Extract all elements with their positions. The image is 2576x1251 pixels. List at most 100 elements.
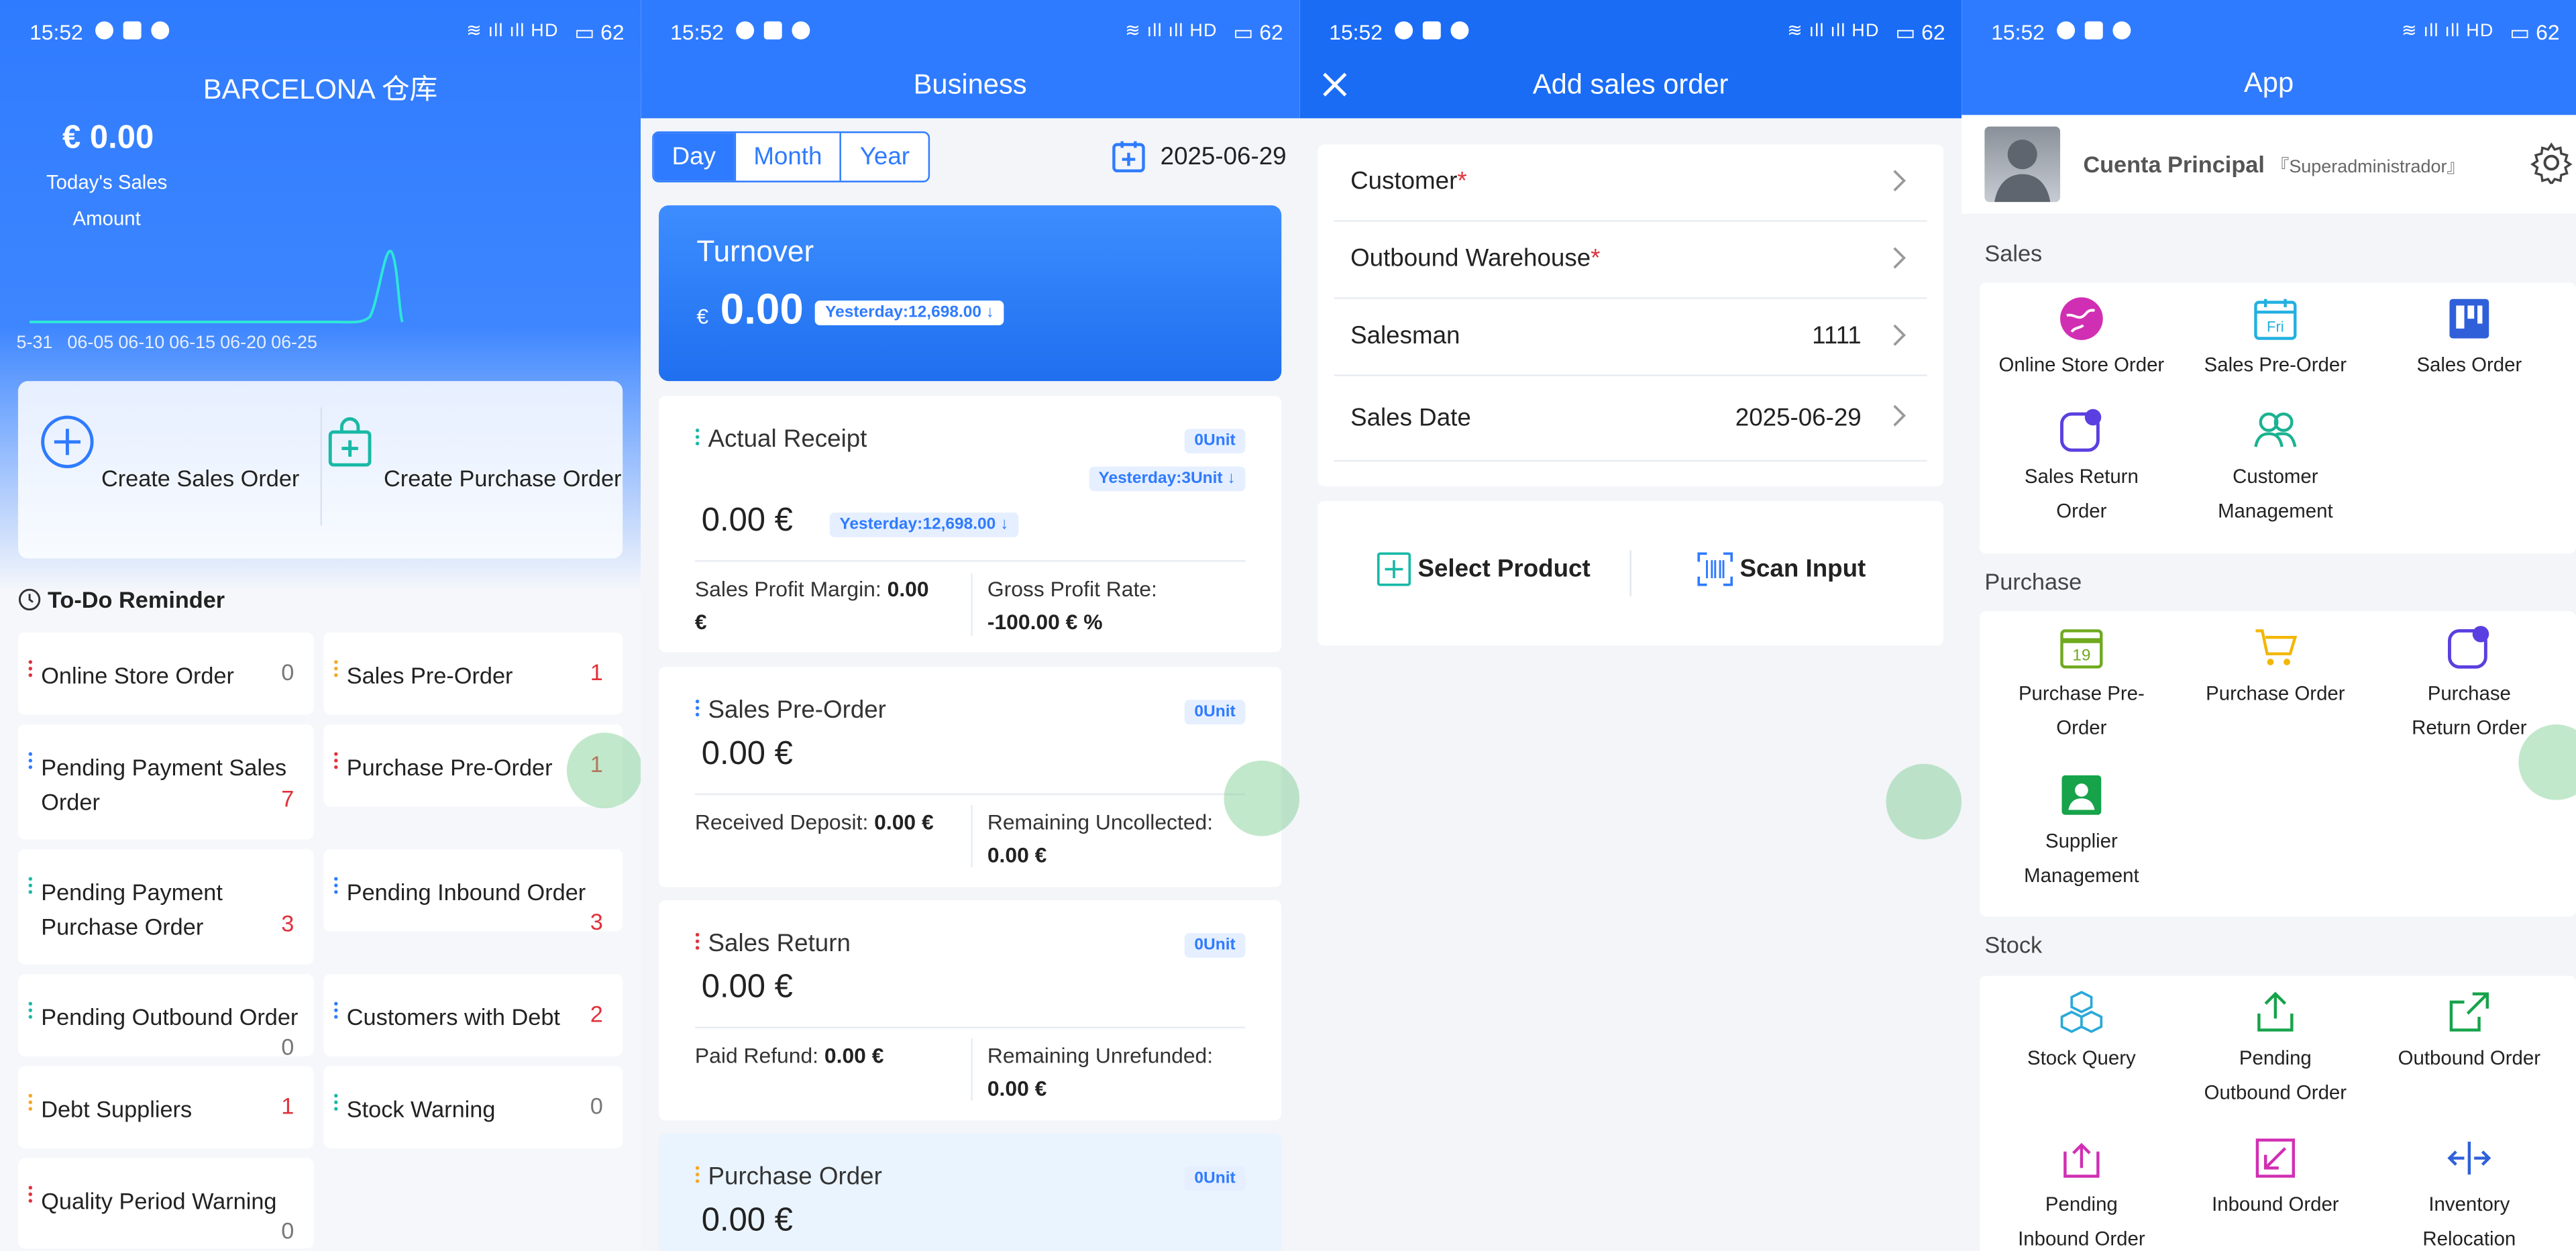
scan-input-button[interactable]: Scan Input (1697, 552, 1866, 586)
online-store-order-tile[interactable]: Online Store Order (1984, 296, 2178, 383)
purchase-pre-order-tile[interactable]: 19 Purchase Pre-Order (1984, 624, 2178, 746)
select-product-button[interactable]: Select Product (1377, 552, 1591, 586)
touch-indicator (566, 732, 641, 808)
order-form: Customer* Outbound Warehouse* Salesman 1… (1318, 144, 1944, 486)
signal-icon: ≋ ıll ıll HD (1787, 21, 1880, 42)
todo-pending-payment-sales-order[interactable]: Pending Payment Sales Order 7 (17, 724, 314, 840)
status-time: 15:52 (30, 19, 83, 45)
plus-square-icon (1377, 552, 1411, 586)
add-sales-order-panel: 15:52 ≋ ıll ıll HD ▭ 62 Add sales order … (1299, 0, 1962, 1251)
todo-sales-pre-order[interactable]: Sales Pre-Order 1 (323, 632, 623, 715)
image-icon (123, 21, 142, 40)
purchase-order-card[interactable]: Purchase Order 0Unit 0.00 € (659, 1133, 1282, 1251)
sales-pre-order-tile[interactable]: Fri Sales Pre-Order (2178, 296, 2372, 383)
avatar (1984, 126, 2061, 203)
user-role: 『Superadministrador』 (2271, 158, 2465, 178)
supplier-management-tile[interactable]: Supplier Management (1984, 772, 2178, 893)
turnover-yesterday-badge: Yesterday:12,698.00 ↓ (815, 300, 1004, 325)
todo-pending-inbound-order[interactable]: Pending Inbound Order 3 (323, 849, 623, 934)
outbound-warehouse-field[interactable]: Outbound Warehouse* (1334, 222, 1927, 299)
todo-debt-suppliers[interactable]: Debt Suppliers 1 (17, 1066, 314, 1148)
actual-receipt-card[interactable]: Actual Receipt 0Unit Yesterday:3Unit ↓ 0… (659, 396, 1282, 653)
user-name: Cuenta Principal (2083, 151, 2265, 178)
paw-icon (151, 21, 170, 40)
stock-query-tile[interactable]: Stock Query (1984, 989, 2178, 1076)
date-picker[interactable]: 2025-06-29 (1111, 138, 1287, 174)
tab-year[interactable]: Year (840, 133, 928, 181)
globe-icon (2060, 297, 2103, 340)
section-purchase: Purchase (1984, 568, 2082, 595)
notification-icon (736, 21, 755, 40)
paw-icon (1450, 21, 1469, 40)
plus-circle-icon (40, 415, 93, 468)
sparkline-axis: 5-31 06-05 06-10 06-15 06-20 06-25 (16, 333, 318, 353)
page-title: Business (913, 68, 1027, 101)
clock-icon (18, 588, 41, 611)
pending-inbound-order-tile[interactable]: Pending Inbound Order (1984, 1135, 2178, 1251)
status-bar: 15:52 ≋ ıll ıll HD ▭ 62 (1962, 16, 2576, 49)
relocate-arrows-icon (2447, 1142, 2491, 1175)
sales-order-tile[interactable]: Sales Order (2372, 296, 2566, 383)
battery-icon: ▭ 62 (2510, 19, 2560, 45)
shopping-bag-icon (328, 417, 371, 467)
create-sales-order-button[interactable]: Create Sales Order (18, 381, 321, 558)
sales-return-order-tile[interactable]: Sales Return Order (1984, 407, 2178, 529)
todo-stock-warning[interactable]: Stock Warning 0 (323, 1066, 623, 1148)
svg-text:Fri: Fri (2267, 319, 2284, 335)
image-icon (1422, 21, 1441, 40)
chevron-right-icon (1893, 404, 1906, 427)
battery-icon: ▭ 62 (1895, 19, 1945, 45)
todo-title: To-Do Reminder (18, 586, 225, 612)
touch-indicator (1886, 763, 1962, 840)
sales-sparkline (30, 250, 404, 324)
sales-date-field[interactable]: Sales Date 2025-06-29 (1334, 376, 1927, 462)
tab-day[interactable]: Day (653, 133, 734, 181)
status-bar: 15:52 ≋ ıll ıll HD ▭ 62 (641, 16, 1299, 49)
todo-quality-period-warning[interactable]: Quality Period Warning 0 (17, 1158, 314, 1249)
period-tabs: Day Month Year (652, 131, 930, 182)
upload-icon (2257, 991, 2294, 1032)
section-stock: Stock (1984, 931, 2043, 958)
todo-pending-payment-purchase-order[interactable]: Pending Payment Purchase Order 3 (17, 849, 314, 965)
inbound-order-tile[interactable]: Inbound Order (2178, 1135, 2372, 1222)
todo-pending-outbound-order[interactable]: Pending Outbound Order 0 (17, 974, 314, 1060)
customer-field[interactable]: Customer* (1334, 145, 1927, 222)
salesman-field[interactable]: Salesman 1111 (1334, 299, 1927, 376)
pending-outbound-order-tile[interactable]: Pending Outbound Order (2178, 989, 2372, 1110)
tab-month[interactable]: Month (733, 133, 840, 181)
settings-gear-icon[interactable] (2530, 142, 2573, 184)
user-profile[interactable]: Cuenta Principal 『Superadministrador』 (1962, 115, 2576, 214)
sales-pre-order-card[interactable]: Sales Pre-Order 0Unit 0.00 € Received De… (659, 667, 1282, 887)
outbound-order-tile[interactable]: Outbound Order (2372, 989, 2566, 1076)
quick-actions: Create Sales Order Create Purchase Order (17, 381, 623, 559)
image-icon (2084, 21, 2103, 40)
customer-management-tile[interactable]: Customer Management (2178, 407, 2372, 529)
battery-icon: ▭ 62 (1233, 19, 1283, 45)
status-bar: 15:52 ≋ ıll ıll HD ▭ 62 (1299, 16, 1962, 49)
battery-icon: ▭ 62 (574, 19, 625, 45)
sales-return-card[interactable]: Sales Return 0Unit 0.00 € Paid Refund: 0… (659, 900, 1282, 1121)
sales-grid: Online Store Order Fri Sales Pre-Order S… (1980, 282, 2576, 554)
warehouse-title[interactable]: BARCELONA 仓库 (0, 66, 641, 107)
home-panel: 15:52 ≋ ıll ıll HD ▭ 62 BARCELONA 仓库 € 0… (0, 0, 641, 1251)
signal-icon: ≋ ıll ıll HD (1125, 21, 1218, 42)
purchase-order-tile[interactable]: Purchase Order (2178, 624, 2372, 712)
supplier-contact-icon (2061, 775, 2102, 815)
todo-online-store-order[interactable]: Online Store Order 0 (17, 632, 314, 715)
todo-customers-with-debt[interactable]: Customers with Debt 2 (323, 974, 623, 1056)
chevron-right-icon (1893, 324, 1906, 346)
users-icon (2254, 412, 2297, 447)
return-order-icon (2060, 409, 2102, 452)
today-sales-amount: € 0.00 (62, 119, 154, 156)
kanban-icon (2449, 298, 2489, 339)
turnover-card[interactable]: Turnover € 0.00 Yesterday:12,698.00 ↓ (659, 205, 1282, 382)
page-title: Add sales order (1532, 68, 1729, 101)
create-purchase-order-button[interactable]: Create Purchase Order (320, 381, 623, 558)
paw-icon (2112, 21, 2131, 40)
purchase-return-order-tile[interactable]: Purchase Return Order (2372, 624, 2566, 746)
business-panel: 15:52 ≋ ıll ıll HD ▭ 62 Business Day Mon… (641, 0, 1300, 1251)
inventory-relocation-tile[interactable]: Inventory Relocation (2372, 1135, 2566, 1251)
stock-grid: Stock Query Pending Outbound Order Outbo… (1980, 975, 2576, 1251)
signal-icon: ≋ ıll ıll HD (466, 21, 559, 42)
calendar-icon (1112, 141, 1146, 172)
